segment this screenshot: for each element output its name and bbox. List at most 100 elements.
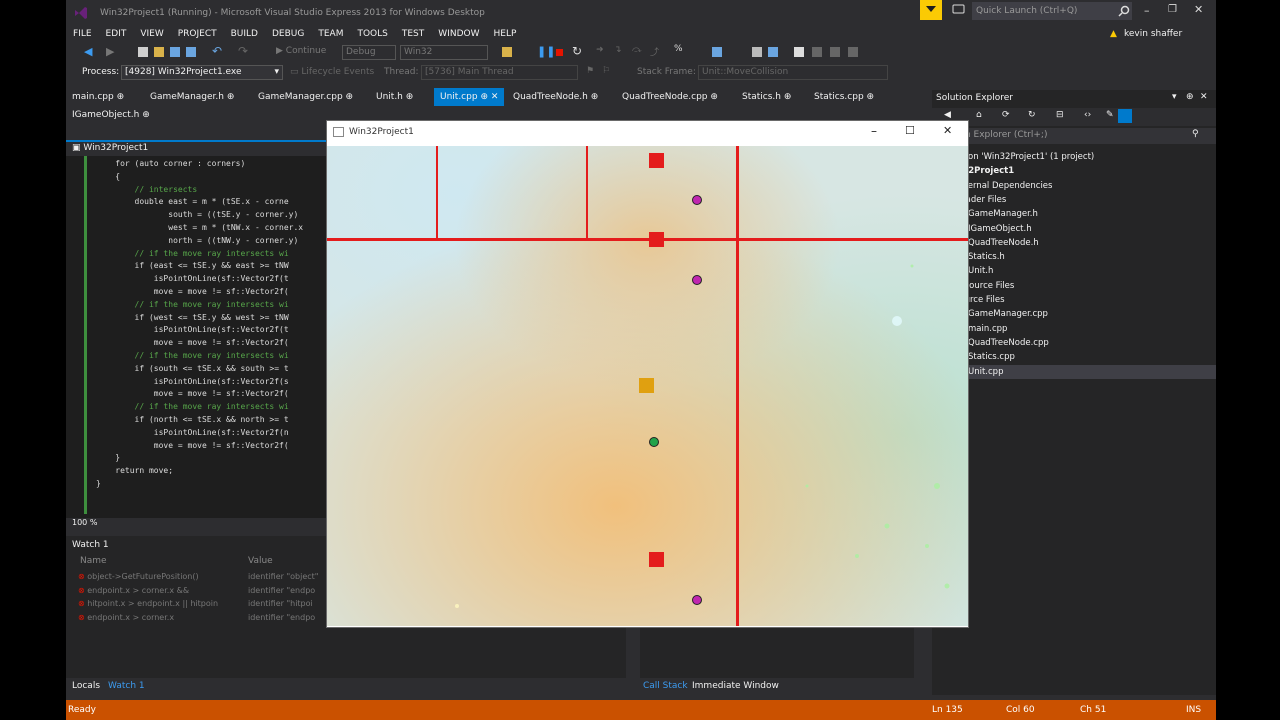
code-editor[interactable]: for (auto corner : corners) { // interse… <box>66 156 328 518</box>
pin-icon[interactable]: ⊕ <box>480 92 488 102</box>
minimize-icon[interactable]: – <box>1144 4 1150 17</box>
tree-item[interactable]: Win32Project1 <box>932 164 1216 178</box>
pin-icon[interactable]: ⊕ <box>346 92 354 102</box>
home-icon[interactable]: ⌂ <box>976 110 982 120</box>
stop-debugging-icon[interactable] <box>556 49 563 56</box>
dropdown-icon[interactable]: ▾ <box>1172 92 1177 102</box>
save-icon[interactable] <box>170 47 180 57</box>
pin-icon[interactable]: ⊕ <box>142 110 150 120</box>
flag-icon[interactable]: ⚐ <box>602 66 610 76</box>
collapse-all-icon[interactable]: ⊟ <box>1056 110 1064 120</box>
process-dropdown[interactable]: [4928] Win32Project1.exe ▾ <box>121 65 283 80</box>
tab-quadtreenode-h[interactable]: QuadTreeNode.h ⊕ <box>507 88 604 106</box>
watch-row[interactable]: ⊗ endpoint.x > corner.x identifier "endpo <box>78 611 338 625</box>
comment-icon[interactable] <box>712 47 722 57</box>
lifecycle-events[interactable]: ▭ Lifecycle Events <box>290 67 374 77</box>
outdent-icon[interactable] <box>768 47 778 57</box>
tree-item[interactable]: ▷Unit.cpp <box>932 364 1216 379</box>
tree-item[interactable]: ▷IGameObject.h <box>932 222 1216 236</box>
undo-icon[interactable]: ↶ <box>212 44 222 58</box>
solution-search-box[interactable]: Solution Explorer (Ctrl+;) ⚲ <box>932 128 1216 144</box>
save-all-icon[interactable] <box>186 47 196 57</box>
tree-item[interactable]: ▷GameManager.h <box>932 207 1216 221</box>
maximize-icon[interactable]: ☐ <box>905 124 915 137</box>
restart-icon[interactable]: ↻ <box>572 44 582 58</box>
show-next-statement-icon[interactable]: ➜ <box>596 45 604 55</box>
watch-row[interactable]: ⊗ hitpoint.x > endpoint.x || hitpoin iden… <box>78 597 338 611</box>
properties-icon[interactable]: ✎ <box>1106 110 1114 120</box>
menu-help[interactable]: HELP <box>486 26 523 42</box>
watch-row[interactable]: ⊗ endpoint.x > corner.x && identifier "en… <box>78 584 338 598</box>
config-dropdown[interactable]: Debug <box>342 45 396 60</box>
back-icon[interactable]: ◀ <box>944 110 951 120</box>
tree-item[interactable]: Resource Files <box>932 279 1216 293</box>
quick-launch-input[interactable]: Quick Launch (Ctrl+Q) <box>976 6 1077 16</box>
pin-icon[interactable]: ⊕ <box>406 92 414 102</box>
tree-item[interactable]: Source Files <box>932 293 1216 307</box>
step-into-icon[interactable]: ↴ <box>614 45 622 55</box>
next-bookmark-icon[interactable] <box>830 47 840 57</box>
pin-icon[interactable]: ⊕ <box>117 92 125 102</box>
close-tab-icon[interactable]: ✕ <box>491 92 499 102</box>
forward-icon[interactable]: ▶ <box>106 45 114 58</box>
stack-frame-dropdown[interactable]: Unit::MoveCollision <box>698 65 888 80</box>
redo-icon[interactable]: ↷ <box>238 44 248 58</box>
menu-debug[interactable]: DEBUG <box>265 26 311 42</box>
tab-unit-h[interactable]: Unit.h ⊕ <box>370 88 419 106</box>
close-icon[interactable]: ✕ <box>1200 92 1208 102</box>
open-folder-icon[interactable] <box>154 47 164 57</box>
menu-project[interactable]: PROJECT <box>171 26 224 42</box>
tab-statics-h[interactable]: Statics.h ⊕ <box>736 88 797 106</box>
tab-immediate-window[interactable]: Immediate Window <box>692 681 779 691</box>
menu-file[interactable]: FILE <box>66 26 99 42</box>
pin-icon[interactable]: ⊕ <box>784 92 792 102</box>
close-icon[interactable]: ✕ <box>943 124 952 137</box>
pin-icon[interactable]: ⊕ <box>227 92 235 102</box>
break-all-icon[interactable]: ❚❚ <box>537 45 555 58</box>
user-name[interactable]: kevin shaffer <box>1124 26 1182 42</box>
step-out-icon[interactable]: ⤴ <box>650 45 659 58</box>
menu-build[interactable]: BUILD <box>224 26 265 42</box>
feedback-icon[interactable] <box>952 4 966 16</box>
tab-igameobject-h[interactable]: IGameObject.h ⊕ <box>66 106 156 124</box>
zoom-level[interactable]: 100 % <box>72 518 97 527</box>
watch-row[interactable]: ⊗ object->GetFuturePosition() identifier … <box>78 570 338 584</box>
tree-item[interactable]: ▷Statics.cpp <box>932 350 1216 364</box>
tab-locals[interactable]: Locals <box>72 681 100 691</box>
view-code-icon[interactable]: ‹› <box>1084 110 1091 120</box>
tree-item[interactable]: External Dependencies <box>932 179 1216 193</box>
quick-launch-box[interactable]: Quick Launch (Ctrl+Q) <box>972 2 1132 20</box>
step-over-icon[interactable]: ⤼ <box>632 45 642 55</box>
continue-button[interactable]: ▶ Continue <box>276 46 326 56</box>
pin-icon[interactable]: ⊕ <box>710 92 718 102</box>
tab-quadtreenode-cpp[interactable]: QuadTreeNode.cpp ⊕ <box>616 88 724 106</box>
indent-icon[interactable] <box>752 47 762 57</box>
prev-bookmark-icon[interactable] <box>812 47 822 57</box>
refresh-icon[interactable]: ↻ <box>1028 110 1036 120</box>
notification-flag[interactable] <box>920 0 942 20</box>
tab-call-stack[interactable]: Call Stack <box>643 681 688 691</box>
editor-project-dropdown[interactable]: ▣ Win32Project1 <box>72 143 148 153</box>
tab-gamemanager-h[interactable]: GameManager.h ⊕ <box>144 88 240 106</box>
menu-view[interactable]: VIEW <box>133 26 170 42</box>
bookmark-icon[interactable] <box>794 47 804 57</box>
pin-icon[interactable]: ⊕ <box>1186 92 1194 102</box>
menu-tools[interactable]: TOOLS <box>350 26 394 42</box>
pin-icon[interactable]: ⊕ <box>867 92 875 102</box>
close-icon[interactable]: ✕ <box>1194 3 1203 16</box>
tree-item[interactable]: ▷QuadTreeNode.h <box>932 236 1216 250</box>
tree-item[interactable]: ▷Unit.h <box>932 264 1216 278</box>
pin-icon[interactable]: ⊕ <box>591 92 599 102</box>
menu-edit[interactable]: EDIT <box>99 26 134 42</box>
menu-window[interactable]: WINDOW <box>431 26 486 42</box>
tab-gamemanager-cpp[interactable]: GameManager.cpp ⊕ <box>252 88 359 106</box>
restore-icon[interactable]: ❐ <box>1168 4 1177 15</box>
thread-dropdown[interactable]: [5736] Main Thread <box>421 65 578 80</box>
tree-item[interactable]: ▷main.cpp <box>932 322 1216 336</box>
tree-item[interactable]: ▷GameManager.cpp <box>932 307 1216 321</box>
sync-icon[interactable]: ⟳ <box>1002 110 1010 120</box>
tree-item[interactable]: ▷Statics.h <box>932 250 1216 264</box>
tree-item[interactable]: Solution 'Win32Project1' (1 project) <box>932 150 1216 164</box>
tab-main-cpp[interactable]: main.cpp ⊕ <box>66 88 130 106</box>
attach-icon[interactable] <box>502 47 512 57</box>
